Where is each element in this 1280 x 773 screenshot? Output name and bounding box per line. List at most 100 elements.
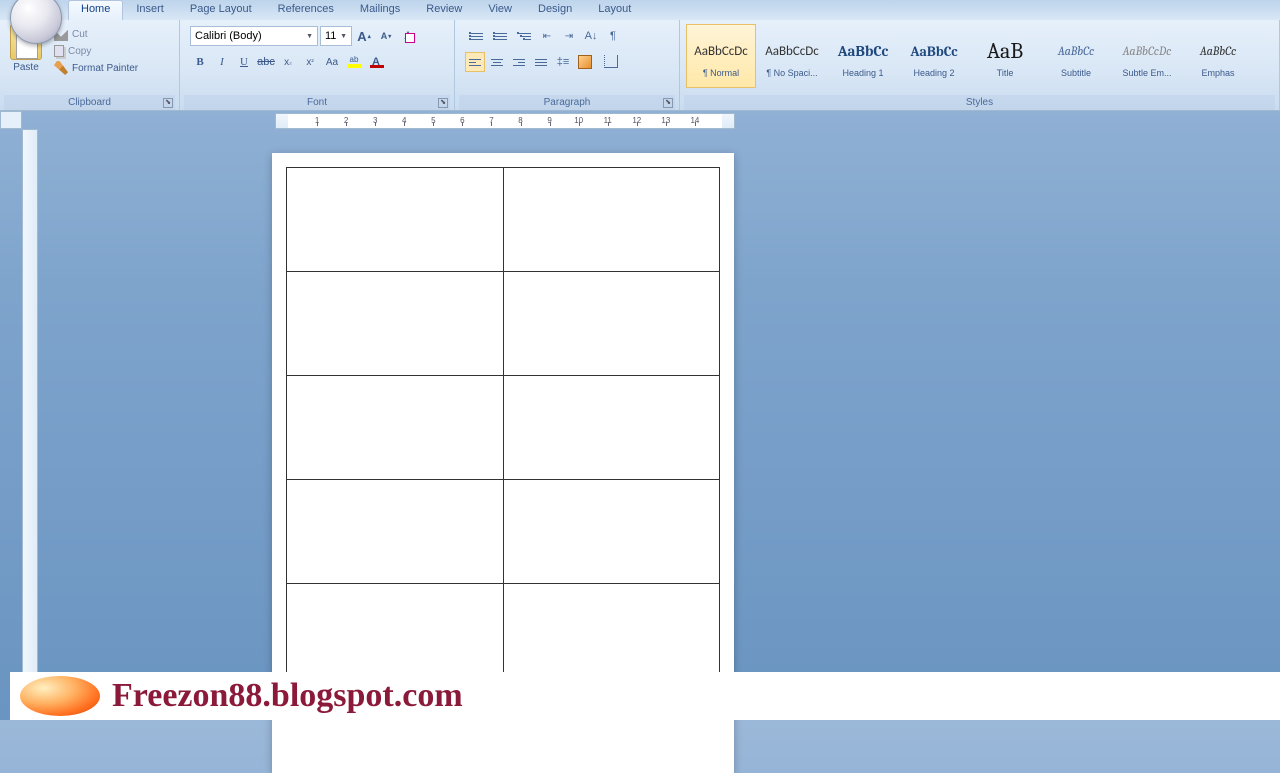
italic-button[interactable]: I	[212, 52, 232, 72]
ruler-corner[interactable]	[0, 111, 22, 129]
style-label: Title	[973, 68, 1037, 78]
numbering-button[interactable]	[489, 26, 511, 46]
align-center-button[interactable]	[487, 52, 507, 72]
ribbon-tabs: Home Insert Page Layout References Maili…	[0, 0, 1280, 20]
style-preview: AaBbCcDc	[694, 34, 748, 68]
styles-group-label: Styles	[684, 95, 1275, 110]
superscript-button[interactable]: x	[300, 52, 320, 72]
style-preview: AaBbCc	[1058, 34, 1094, 68]
table-row[interactable]	[287, 272, 720, 376]
format-painter-button[interactable]: Format Painter	[50, 60, 142, 76]
tab-design[interactable]: Design	[525, 0, 585, 20]
style-label: Subtle Em...	[1115, 68, 1179, 78]
style-preview: AaBbCc	[1200, 34, 1236, 68]
decrease-indent-button[interactable]: ⇤	[537, 26, 557, 46]
sort-button[interactable]: A↓	[581, 26, 601, 46]
underline-button[interactable]: U	[234, 52, 254, 72]
style-preview: AaBbCc	[838, 34, 889, 68]
tab-references[interactable]: References	[265, 0, 347, 20]
justify-button[interactable]	[531, 52, 551, 72]
ribbon: Home Insert Page Layout References Maili…	[0, 0, 1280, 111]
style-item-4[interactable]: AaBTitle	[970, 24, 1040, 88]
chevron-down-icon: ▼	[340, 33, 347, 40]
style-label: ¶ No Spaci...	[760, 68, 824, 78]
style-preview: AaB	[987, 34, 1023, 68]
style-item-5[interactable]: AaBbCcSubtitle	[1041, 24, 1111, 88]
font-name-value: Calibri (Body)	[195, 30, 262, 42]
tab-mailings[interactable]: Mailings	[347, 0, 413, 20]
tab-view[interactable]: View	[475, 0, 525, 20]
copy-label: Copy	[68, 46, 91, 57]
shrink-font-button[interactable]: A	[376, 26, 396, 46]
cut-label: Cut	[72, 29, 88, 40]
copy-icon	[54, 45, 64, 57]
style-item-1[interactable]: AaBbCcDc¶ No Spaci...	[757, 24, 827, 88]
font-group-label: Font ⬊	[184, 95, 450, 110]
style-item-2[interactable]: AaBbCcHeading 1	[828, 24, 898, 88]
table-cell[interactable]	[503, 168, 720, 272]
horizontal-ruler[interactable]: 1234567891011121314	[275, 113, 735, 129]
style-preview: AaBbCc	[910, 34, 957, 68]
multilevel-list-button[interactable]	[513, 26, 535, 46]
style-item-6[interactable]: AaBbCcDcSubtle Em...	[1112, 24, 1182, 88]
borders-button[interactable]	[601, 52, 625, 72]
table-row[interactable]	[287, 480, 720, 584]
bold-button[interactable]: B	[190, 52, 210, 72]
font-name-dropdown[interactable]: Calibri (Body) ▼	[190, 26, 318, 46]
font-color-button[interactable]	[366, 52, 386, 72]
style-preview: AaBbCcDc	[765, 34, 819, 68]
change-case-button[interactable]	[322, 52, 342, 72]
increase-indent-button[interactable]: ⇥	[559, 26, 579, 46]
table-cell[interactable]	[503, 272, 720, 376]
table-row[interactable]	[287, 376, 720, 480]
table-row[interactable]	[287, 168, 720, 272]
banner-logo-icon	[20, 676, 100, 716]
clear-formatting-button[interactable]	[398, 26, 418, 46]
style-item-7[interactable]: AaBbCcEmphas	[1183, 24, 1253, 88]
chevron-down-icon: ▼	[306, 33, 313, 40]
font-size-dropdown[interactable]: 11 ▼	[320, 26, 352, 46]
table-cell[interactable]	[287, 480, 504, 584]
tab-layout[interactable]: Layout	[585, 0, 644, 20]
paragraph-dialog-launcher[interactable]: ⬊	[663, 98, 673, 108]
align-right-button[interactable]	[509, 52, 529, 72]
style-label: ¶ Normal	[689, 68, 753, 78]
align-left-button[interactable]	[465, 52, 485, 72]
strikethrough-button[interactable]: abc	[256, 52, 276, 72]
paste-label: Paste	[13, 62, 39, 73]
table-cell[interactable]	[503, 376, 720, 480]
grow-font-button[interactable]: A	[354, 26, 374, 46]
document-table[interactable]	[286, 167, 720, 688]
copy-button[interactable]: Copy	[50, 44, 142, 58]
clipboard-group-label: Clipboard ⬊	[4, 95, 175, 110]
font-dialog-launcher[interactable]: ⬊	[438, 98, 448, 108]
style-label: Heading 2	[902, 68, 966, 78]
bullets-button[interactable]	[465, 26, 487, 46]
table-cell[interactable]	[503, 480, 720, 584]
group-paragraph: ⇤ ⇥ A↓ ¶ ‡≡ Paragraph ⬊	[455, 20, 680, 110]
highlight-button[interactable]	[344, 52, 364, 72]
line-spacing-button[interactable]: ‡≡	[553, 52, 573, 72]
group-font: Calibri (Body) ▼ 11 ▼ A A B I U abc	[180, 20, 455, 110]
subscript-button[interactable]: x	[278, 52, 298, 72]
tab-page-layout[interactable]: Page Layout	[177, 0, 265, 20]
style-item-0[interactable]: AaBbCcDc¶ Normal	[686, 24, 756, 88]
tab-home[interactable]: Home	[68, 0, 123, 20]
table-cell[interactable]	[287, 168, 504, 272]
format-painter-label: Format Painter	[72, 63, 138, 74]
style-item-3[interactable]: AaBbCcHeading 2	[899, 24, 969, 88]
clipboard-dialog-launcher[interactable]: ⬊	[163, 98, 173, 108]
tab-review[interactable]: Review	[413, 0, 475, 20]
tab-insert[interactable]: Insert	[123, 0, 177, 20]
shading-button[interactable]	[575, 52, 599, 72]
group-styles: AaBbCcDc¶ NormalAaBbCcDc¶ No Spaci...AaB…	[680, 20, 1280, 110]
style-label: Subtitle	[1044, 68, 1108, 78]
table-cell[interactable]	[287, 272, 504, 376]
show-marks-button[interactable]: ¶	[603, 26, 623, 46]
watermark-banner: Freezon88.blogspot.com	[10, 672, 1280, 720]
cut-button[interactable]: Cut	[50, 26, 142, 42]
vertical-ruler[interactable]	[22, 129, 38, 691]
table-cell[interactable]	[287, 376, 504, 480]
workspace: 1234567891011121314	[0, 111, 1280, 673]
style-label: Emphas	[1186, 68, 1250, 78]
